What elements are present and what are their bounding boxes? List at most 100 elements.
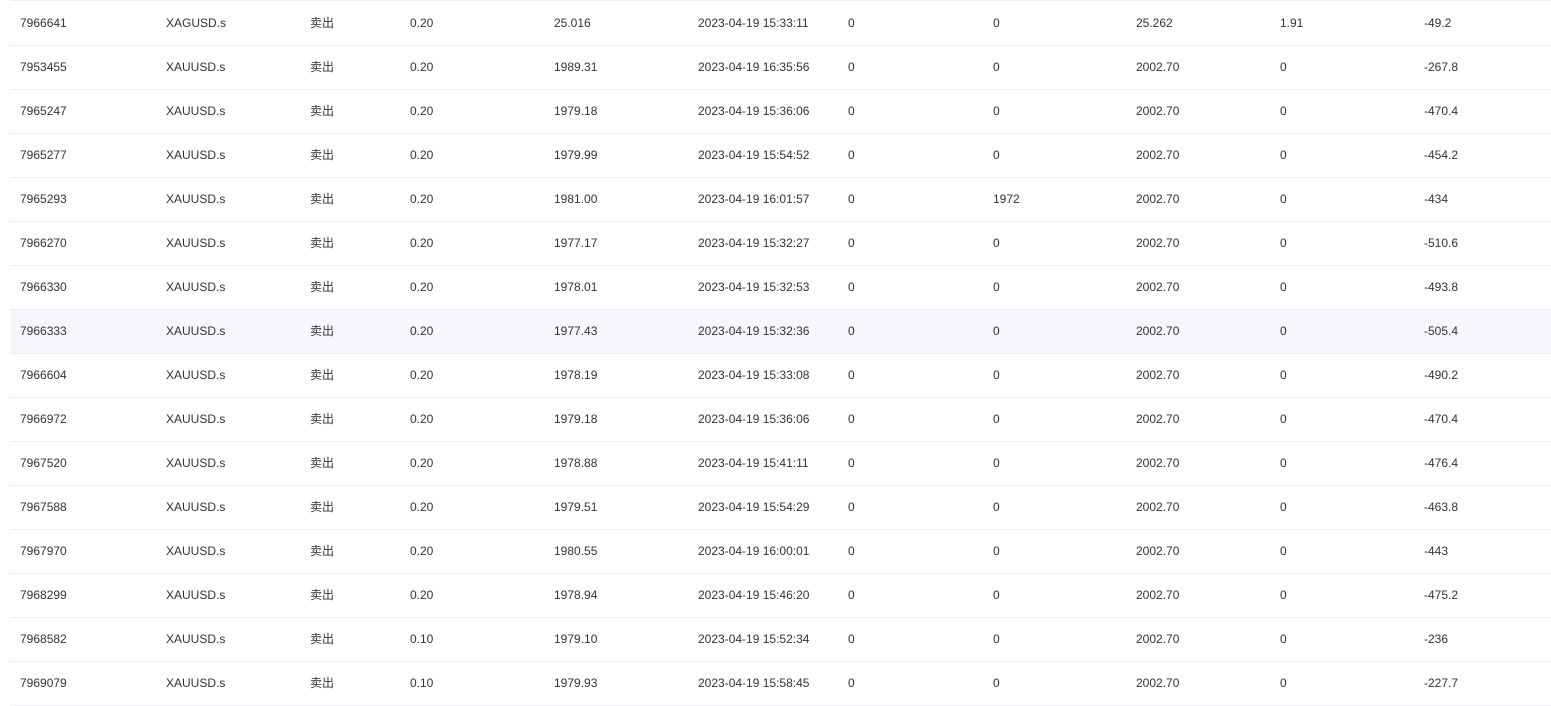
symbol-cell: XAUUSD.s bbox=[156, 45, 300, 90]
order-id-cell: 7965277 bbox=[10, 133, 156, 178]
table-row[interactable]: 7967970 XAUUSD.s 卖出 0.20 1980.55 2023-04-19 1… bbox=[10, 529, 1551, 574]
swap-cell: 0 bbox=[1270, 573, 1414, 618]
open-price-cell: 1978.94 bbox=[544, 573, 688, 618]
side-cell: 卖出 bbox=[300, 397, 400, 442]
table-row[interactable]: 7966330 XAUUSD.s 卖出 0.20 1978.01 2023-04-19 1… bbox=[10, 265, 1551, 310]
stop-loss-cell: 0 bbox=[838, 353, 983, 398]
table-row[interactable]: 7968582 XAUUSD.s 卖出 0.10 1979.10 2023-04-19 1… bbox=[10, 617, 1551, 662]
swap-cell: 0 bbox=[1270, 45, 1414, 90]
side-cell: 卖出 bbox=[300, 221, 400, 266]
profit-cell: -490.2 bbox=[1414, 353, 1551, 398]
open-price-cell: 1979.51 bbox=[544, 485, 688, 530]
symbol-cell: XAGUSD.s bbox=[156, 1, 300, 46]
table-row[interactable]: 7968299 XAUUSD.s 卖出 0.20 1978.94 2023-04-19 1… bbox=[10, 573, 1551, 618]
swap-cell: 0 bbox=[1270, 89, 1414, 134]
take-profit-cell: 0 bbox=[983, 45, 1126, 90]
open-time-cell: 2023-04-19 15:33:11 bbox=[688, 1, 838, 46]
take-profit-cell: 0 bbox=[983, 265, 1126, 310]
table-row[interactable]: 7965247 XAUUSD.s 卖出 0.20 1979.18 2023-04-19 1… bbox=[10, 89, 1551, 134]
open-price-cell: 1979.93 bbox=[544, 661, 688, 706]
swap-cell: 0 bbox=[1270, 221, 1414, 266]
open-time-cell: 2023-04-19 16:00:01 bbox=[688, 529, 838, 574]
table-row[interactable]: 7969079 XAUUSD.s 卖出 0.10 1979.93 2023-04-19 1… bbox=[10, 661, 1551, 706]
volume-cell: 0.20 bbox=[400, 573, 544, 618]
side-cell: 卖出 bbox=[300, 529, 400, 574]
current-price-cell: 2002.70 bbox=[1126, 573, 1270, 618]
volume-cell: 0.20 bbox=[400, 353, 544, 398]
order-id-cell: 7966604 bbox=[10, 353, 156, 398]
stop-loss-cell: 0 bbox=[838, 661, 983, 706]
symbol-cell: XAUUSD.s bbox=[156, 441, 300, 486]
table-row[interactable]: 7966604 XAUUSD.s 卖出 0.20 1978.19 2023-04-19 1… bbox=[10, 353, 1551, 398]
positions-table-wrapper: 7966641 XAGUSD.s 卖出 0.20 25.016 2023-04-19 15… bbox=[10, 0, 1551, 706]
symbol-cell: XAUUSD.s bbox=[156, 529, 300, 574]
side-cell: 卖出 bbox=[300, 617, 400, 662]
volume-cell: 0.20 bbox=[400, 309, 544, 354]
current-price-cell: 2002.70 bbox=[1126, 353, 1270, 398]
take-profit-cell: 0 bbox=[983, 1, 1126, 46]
table-row[interactable]: 7965277 XAUUSD.s 卖出 0.20 1979.99 2023-04-19 1… bbox=[10, 133, 1551, 178]
table-row[interactable]: 7967520 XAUUSD.s 卖出 0.20 1978.88 2023-04-19 1… bbox=[10, 441, 1551, 486]
table-row[interactable]: 7966270 XAUUSD.s 卖出 0.20 1977.17 2023-04-19 1… bbox=[10, 221, 1551, 266]
current-price-cell: 2002.70 bbox=[1126, 485, 1270, 530]
table-row[interactable]: 7966641 XAGUSD.s 卖出 0.20 25.016 2023-04-19 15… bbox=[10, 1, 1551, 46]
profit-cell: -443 bbox=[1414, 529, 1551, 574]
volume-cell: 0.20 bbox=[400, 485, 544, 530]
volume-cell: 0.20 bbox=[400, 177, 544, 222]
symbol-cell: XAUUSD.s bbox=[156, 397, 300, 442]
swap-cell: 0 bbox=[1270, 397, 1414, 442]
order-id-cell: 7969079 bbox=[10, 661, 156, 706]
symbol-cell: XAUUSD.s bbox=[156, 309, 300, 354]
order-id-cell: 7968299 bbox=[10, 573, 156, 618]
open-price-cell: 1981.00 bbox=[544, 177, 688, 222]
stop-loss-cell: 0 bbox=[838, 441, 983, 486]
order-id-cell: 7967588 bbox=[10, 485, 156, 530]
stop-loss-cell: 0 bbox=[838, 265, 983, 310]
take-profit-cell: 0 bbox=[983, 89, 1126, 134]
symbol-cell: XAUUSD.s bbox=[156, 89, 300, 134]
stop-loss-cell: 0 bbox=[838, 397, 983, 442]
open-price-cell: 1977.17 bbox=[544, 221, 688, 266]
symbol-cell: XAUUSD.s bbox=[156, 617, 300, 662]
side-cell: 卖出 bbox=[300, 309, 400, 354]
table-row[interactable]: 7966972 XAUUSD.s 卖出 0.20 1979.18 2023-04-19 1… bbox=[10, 397, 1551, 442]
symbol-cell: XAUUSD.s bbox=[156, 573, 300, 618]
symbol-cell: XAUUSD.s bbox=[156, 133, 300, 178]
profit-cell: -476.4 bbox=[1414, 441, 1551, 486]
take-profit-cell: 0 bbox=[983, 529, 1126, 574]
volume-cell: 0.10 bbox=[400, 661, 544, 706]
take-profit-cell: 0 bbox=[983, 309, 1126, 354]
side-cell: 卖出 bbox=[300, 89, 400, 134]
swap-cell: 0 bbox=[1270, 661, 1414, 706]
positions-table-body: 7966641 XAGUSD.s 卖出 0.20 25.016 2023-04-19 15… bbox=[10, 1, 1551, 706]
symbol-cell: XAUUSD.s bbox=[156, 353, 300, 398]
table-row[interactable]: 7953455 XAUUSD.s 卖出 0.20 1989.31 2023-04-19 1… bbox=[10, 45, 1551, 90]
current-price-cell: 2002.70 bbox=[1126, 661, 1270, 706]
table-row[interactable]: 7966333 XAUUSD.s 卖出 0.20 1977.43 2023-04-19 1… bbox=[10, 309, 1551, 354]
table-row[interactable]: 7965293 XAUUSD.s 卖出 0.20 1981.00 2023-04-19 1… bbox=[10, 177, 1551, 222]
take-profit-cell: 0 bbox=[983, 397, 1126, 442]
swap-cell: 0 bbox=[1270, 265, 1414, 310]
profit-cell: -510.6 bbox=[1414, 221, 1551, 266]
symbol-cell: XAUUSD.s bbox=[156, 177, 300, 222]
profit-cell: -470.4 bbox=[1414, 397, 1551, 442]
volume-cell: 0.10 bbox=[400, 617, 544, 662]
current-price-cell: 2002.70 bbox=[1126, 133, 1270, 178]
open-price-cell: 1979.18 bbox=[544, 397, 688, 442]
side-cell: 卖出 bbox=[300, 45, 400, 90]
open-price-cell: 1979.10 bbox=[544, 617, 688, 662]
volume-cell: 0.20 bbox=[400, 441, 544, 486]
current-price-cell: 2002.70 bbox=[1126, 617, 1270, 662]
table-row[interactable]: 7967588 XAUUSD.s 卖出 0.20 1979.51 2023-04-19 1… bbox=[10, 485, 1551, 530]
stop-loss-cell: 0 bbox=[838, 485, 983, 530]
volume-cell: 0.20 bbox=[400, 529, 544, 574]
open-time-cell: 2023-04-19 15:32:27 bbox=[688, 221, 838, 266]
profit-cell: -470.4 bbox=[1414, 89, 1551, 134]
side-cell: 卖出 bbox=[300, 177, 400, 222]
symbol-cell: XAUUSD.s bbox=[156, 485, 300, 530]
open-time-cell: 2023-04-19 15:54:52 bbox=[688, 133, 838, 178]
open-time-cell: 2023-04-19 15:32:36 bbox=[688, 309, 838, 354]
order-id-cell: 7966641 bbox=[10, 1, 156, 46]
swap-cell: 0 bbox=[1270, 353, 1414, 398]
profit-cell: -475.2 bbox=[1414, 573, 1551, 618]
